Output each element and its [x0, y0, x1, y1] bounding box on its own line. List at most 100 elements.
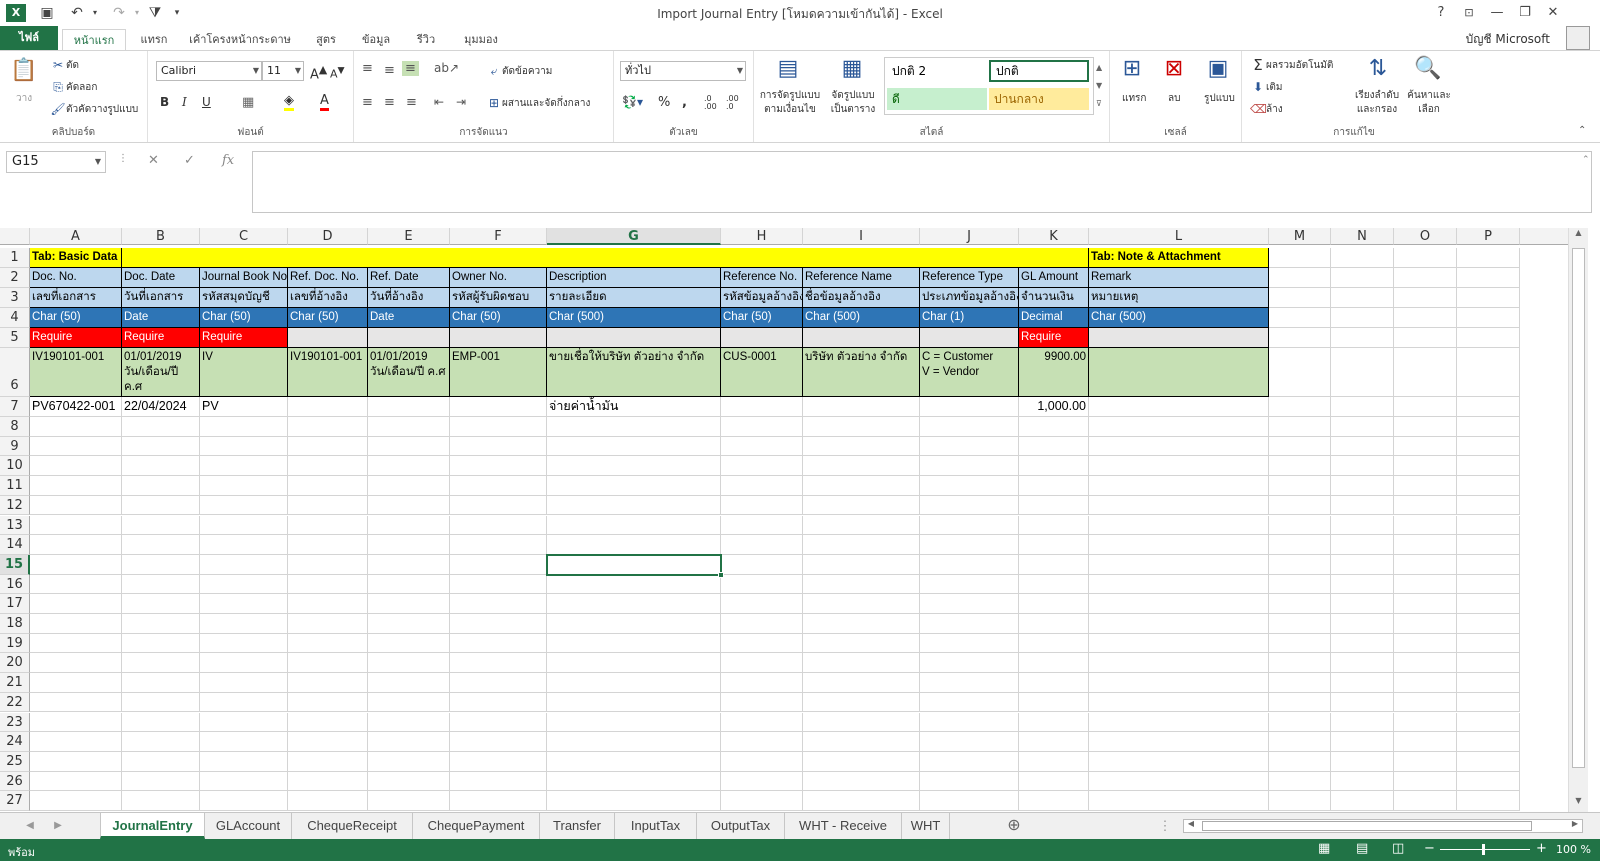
delete-cells-icon[interactable]: ⊠ [1158, 53, 1190, 85]
cell-h5[interactable] [721, 328, 803, 348]
align-left-icon[interactable]: ≡ [362, 95, 373, 110]
cell-p23[interactable] [1457, 712, 1520, 733]
cell-g1[interactable] [547, 248, 721, 268]
cell-l7[interactable] [1089, 397, 1269, 417]
column-header-e[interactable]: E [368, 228, 450, 245]
zoom-in-icon[interactable]: + [1536, 841, 1547, 856]
cell-j8[interactable] [920, 417, 1019, 437]
cell-c13[interactable] [200, 515, 288, 536]
cell-n11[interactable] [1331, 476, 1394, 496]
cell-g7[interactable]: จ่ายค่าน้ำมัน [547, 397, 721, 417]
cell-l1[interactable]: Tab: Note & Attachment [1089, 248, 1269, 268]
cell-l5[interactable] [1089, 328, 1269, 348]
cell-n19[interactable] [1331, 633, 1394, 654]
formula-input[interactable] [252, 151, 1592, 213]
fill-button[interactable]: ⬇ เติม [1250, 79, 1283, 95]
cell-a9[interactable] [30, 436, 122, 457]
vertical-scrollbar[interactable]: ▲ ▼ [1568, 228, 1588, 812]
cell-b14[interactable] [122, 535, 200, 555]
cell-a8[interactable] [30, 417, 122, 437]
cell-g5[interactable] [547, 328, 721, 348]
cell-j6[interactable]: C = Customer V = Vendor [920, 348, 1019, 397]
horizontal-scroll-thumb[interactable] [1202, 821, 1532, 831]
normal-view-icon[interactable]: ▦ [1318, 841, 1330, 856]
cell-n21[interactable] [1331, 673, 1394, 693]
cell-d15[interactable] [288, 554, 368, 575]
font-color-icon[interactable]: A [320, 93, 329, 111]
cell-p11[interactable] [1457, 476, 1520, 496]
cell-e21[interactable] [368, 673, 450, 693]
select-all-corner[interactable] [0, 228, 30, 245]
cell-a5[interactable]: Require [30, 328, 122, 348]
cell-d3[interactable]: เลขที่อ้างอิง [288, 288, 368, 308]
column-header-k[interactable]: K [1019, 228, 1089, 245]
cell-a2[interactable]: Doc. No. [30, 268, 122, 288]
expand-formula-bar-icon[interactable]: ⌃ [1582, 155, 1590, 165]
cell-b3[interactable]: วันที่เอกสาร [122, 288, 200, 308]
cell-a12[interactable] [30, 495, 122, 516]
cell-i18[interactable] [803, 614, 920, 634]
cell-a7[interactable]: PV670422-001 [30, 397, 122, 417]
cell-i2[interactable]: Reference Name [803, 268, 920, 288]
cell-d12[interactable] [288, 495, 368, 516]
cell-o8[interactable] [1394, 417, 1457, 437]
cell-o27[interactable] [1394, 791, 1457, 811]
cell-a26[interactable] [30, 771, 122, 792]
row-header-27[interactable]: 27 [0, 791, 30, 811]
cell-p27[interactable] [1457, 791, 1520, 811]
cell-b8[interactable] [122, 417, 200, 437]
cell-c14[interactable] [200, 535, 288, 555]
cell-k9[interactable] [1019, 436, 1089, 457]
cell-f26[interactable] [450, 771, 547, 792]
cell-h12[interactable] [721, 495, 803, 516]
cell-m20[interactable] [1269, 653, 1331, 674]
horizontal-scrollbar[interactable]: ◀ ▶ [1183, 819, 1583, 833]
cell-i11[interactable] [803, 476, 920, 496]
cell-g22[interactable] [547, 692, 721, 713]
cell-e16[interactable] [368, 574, 450, 595]
cell-g3[interactable]: รายละเอียด [547, 288, 721, 308]
cell-k26[interactable] [1019, 771, 1089, 792]
format-painter-button[interactable]: 🖌ตัวคัดวางรูปแบบ [50, 101, 138, 117]
cell-d22[interactable] [288, 692, 368, 713]
cell-j9[interactable] [920, 436, 1019, 457]
cell-b12[interactable] [122, 495, 200, 516]
cut-button[interactable]: ✂ ตัด [50, 57, 79, 73]
zoom-out-icon[interactable]: − [1424, 841, 1435, 856]
column-header-p[interactable]: P [1457, 228, 1520, 245]
cell-o9[interactable] [1394, 436, 1457, 457]
cell-l14[interactable] [1089, 535, 1269, 555]
conditional-format-button[interactable]: การจัดรูปแบบ ตามเงื่อนไข [758, 89, 822, 117]
cell-h14[interactable] [721, 535, 803, 555]
cell-a23[interactable] [30, 712, 122, 733]
cell-o17[interactable] [1394, 594, 1457, 614]
cell-e7[interactable] [368, 397, 450, 417]
sheet-tab-chequereceipt[interactable]: ChequeReceipt [292, 813, 413, 839]
cell-a6[interactable]: IV190101-001 [30, 348, 122, 397]
tab-review[interactable]: รีวิว [406, 29, 446, 50]
cell-j7[interactable] [920, 397, 1019, 417]
cell-o23[interactable] [1394, 712, 1457, 733]
cell-i6[interactable]: บริษัท ตัวอย่าง จำกัด [803, 348, 920, 397]
cell-i16[interactable] [803, 574, 920, 595]
cell-f27[interactable] [450, 791, 547, 811]
cell-e14[interactable] [368, 535, 450, 555]
cell-i23[interactable] [803, 712, 920, 733]
cell-d18[interactable] [288, 614, 368, 634]
cell-d25[interactable] [288, 751, 368, 772]
row-header-16[interactable]: 16 [0, 574, 30, 595]
cell-k5[interactable]: Require [1019, 328, 1089, 348]
cell-k14[interactable] [1019, 535, 1089, 555]
row-header-15[interactable]: 15 [0, 554, 30, 575]
cell-f15[interactable] [450, 554, 547, 575]
cell-l9[interactable] [1089, 436, 1269, 457]
clear-button[interactable]: ⌫ล้าง [1250, 101, 1283, 117]
sort-filter-icon[interactable]: ⇅ [1362, 53, 1394, 85]
row-header-2[interactable]: 2 [0, 268, 30, 288]
cell-g23[interactable] [547, 712, 721, 733]
cell-b5[interactable]: Require [122, 328, 200, 348]
cell-e15[interactable] [368, 554, 450, 575]
cell-j20[interactable] [920, 653, 1019, 674]
cell-f20[interactable] [450, 653, 547, 674]
cell-p3[interactable] [1457, 288, 1520, 308]
